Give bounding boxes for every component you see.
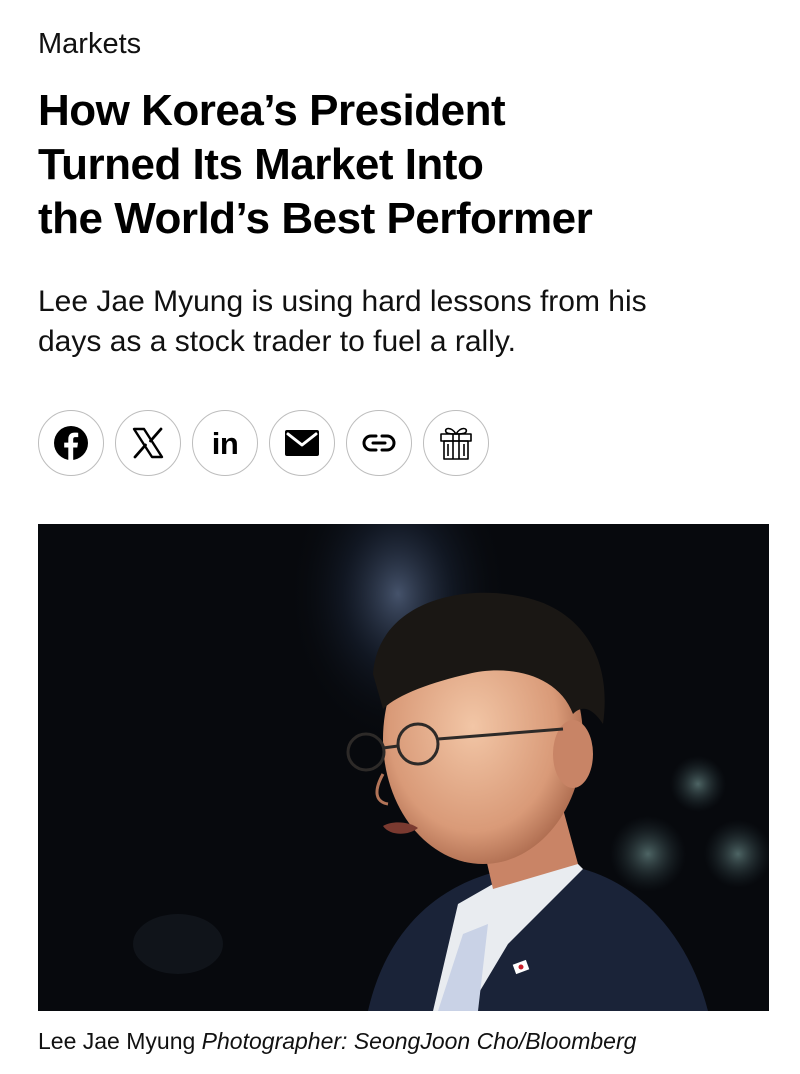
headline-line: How Korea’s President: [38, 86, 506, 135]
article-dek: Lee Jae Myung is using hard lessons from…: [38, 282, 778, 362]
article-photo: [38, 524, 769, 1011]
share-email-button[interactable]: [269, 410, 335, 476]
dek-line: days as a stock trader to fuel a rally.: [38, 325, 516, 358]
linkedin-icon: in: [211, 425, 239, 461]
headline: How Korea’s President Turned Its Market …: [38, 84, 768, 246]
speaker-photo: [38, 524, 769, 1011]
photo-caption: Lee Jae Myung Photographer: SeongJoon Ch…: [38, 1026, 636, 1056]
dek-line: Lee Jae Myung is using hard lessons from…: [38, 285, 647, 318]
gift-article-button[interactable]: [423, 410, 489, 476]
share-x-button[interactable]: [115, 410, 181, 476]
x-icon: [132, 427, 164, 459]
headline-line: the World’s Best Performer: [38, 194, 593, 243]
mail-icon: [285, 430, 319, 456]
share-linkedin-button[interactable]: in: [192, 410, 258, 476]
section-label[interactable]: Markets: [38, 26, 141, 62]
headline-line: Turned Its Market Into: [38, 140, 484, 189]
copy-link-button[interactable]: [346, 410, 412, 476]
share-bar: in: [38, 410, 489, 476]
link-icon: [362, 434, 396, 452]
facebook-icon: [54, 426, 88, 460]
caption-credit: Photographer: SeongJoon Cho/Bloomberg: [201, 1028, 637, 1054]
caption-subject: Lee Jae Myung: [38, 1028, 196, 1054]
gift-icon: [440, 427, 472, 460]
share-facebook-button[interactable]: [38, 410, 104, 476]
